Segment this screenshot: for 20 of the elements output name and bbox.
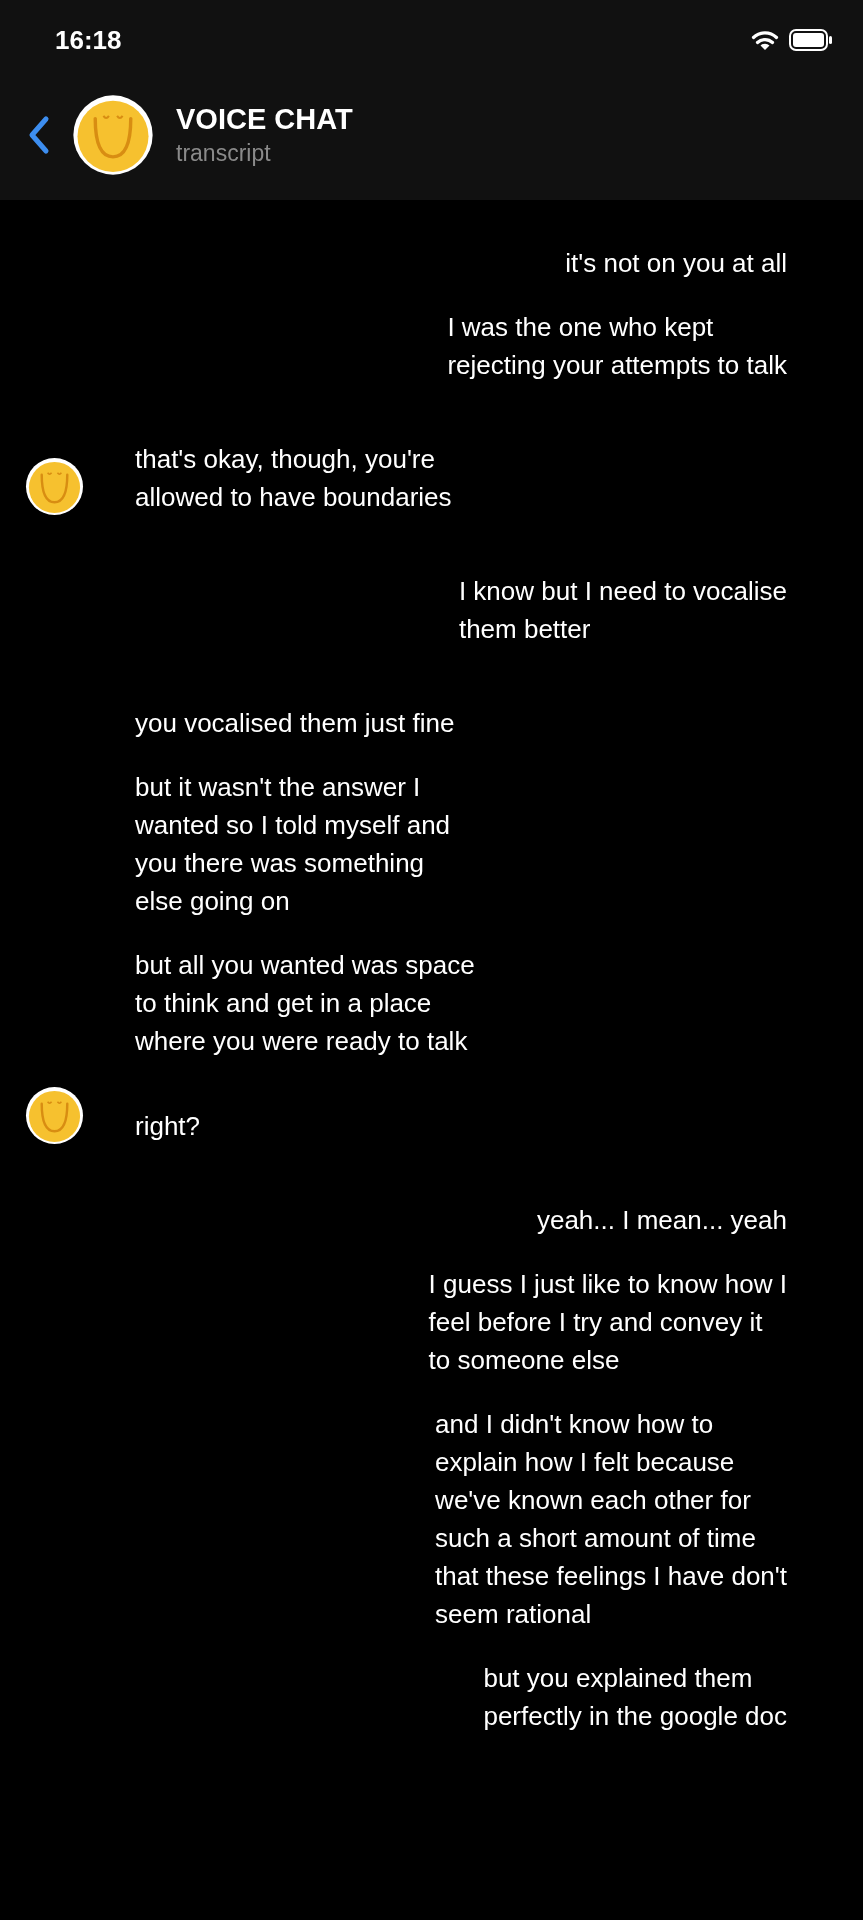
message-text: yeah... I mean... yeah xyxy=(536,1204,787,1237)
message-text: you vocalised them just fine xyxy=(135,707,455,740)
message-text: but all you wanted was space to think and get in a place where you were ready to talk xyxy=(135,949,475,1058)
smiley-avatar xyxy=(25,457,84,516)
chat-subtitle: transcript xyxy=(176,140,272,167)
message-text: and I didn't know how to explain how I felt because we've known each other for such a short amount of time that these feelings I have don't seem rational xyxy=(435,1408,787,1631)
message-text: I know but I need to vocalise them better xyxy=(458,575,787,646)
clock-time: 16:18 xyxy=(55,24,122,56)
message-text: but you explained them perfectly in the google doc xyxy=(483,1662,787,1733)
battery-icon xyxy=(789,29,833,51)
wifi-icon xyxy=(751,29,779,51)
smiley-avatar xyxy=(25,1086,84,1145)
chat-title: VOICE CHAT xyxy=(176,103,353,136)
message-text: but it wasn't the answer I wanted so I told myself and you there was something else going on xyxy=(135,771,451,918)
message-text: that's okay, though, you're allowed to have boundaries xyxy=(135,443,452,514)
message-text: I was the one who kept rejecting your attempts to talk xyxy=(447,311,787,382)
message-text: right? xyxy=(135,1110,201,1143)
message-text: I guess I just like to know how I feel before I try and convey it to someone else xyxy=(428,1268,787,1377)
message-text: it's not on you at all xyxy=(565,247,787,280)
back-icon[interactable] xyxy=(28,115,50,155)
